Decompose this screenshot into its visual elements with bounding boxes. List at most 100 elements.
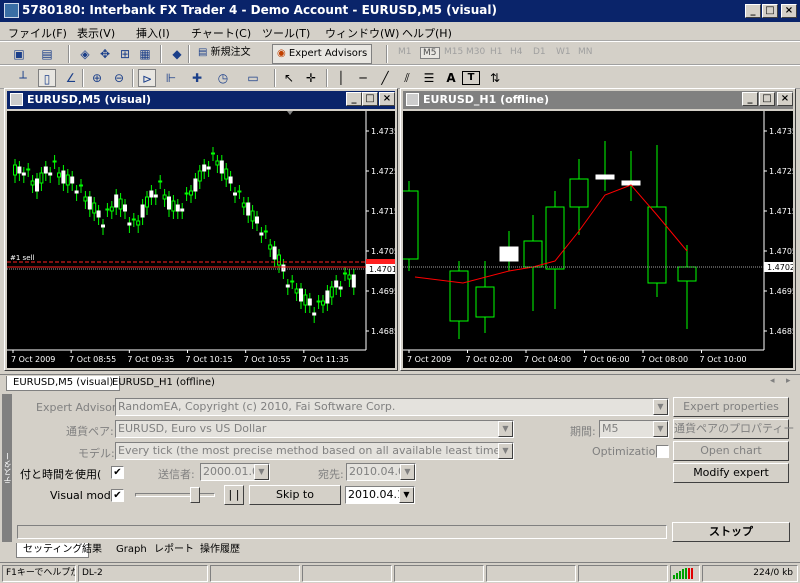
menu-window[interactable]: ウィンドウ(W) <box>325 25 399 41</box>
candle-body <box>233 192 237 196</box>
symbol-properties-button[interactable]: 通貨ペアのプロパティー <box>673 419 794 439</box>
zoom-out-icon[interactable]: ⊖ <box>110 69 128 87</box>
close-button[interactable]: × <box>379 92 395 106</box>
candle-body <box>26 168 31 171</box>
slider-thumb[interactable] <box>190 487 200 503</box>
stop-button[interactable]: ストップ <box>672 522 790 542</box>
timeframe-m5[interactable]: M5 <box>420 47 440 59</box>
timeframe-h1[interactable]: H1 <box>490 47 503 57</box>
current-price-label: 1.4701 <box>369 265 395 274</box>
minimize-button[interactable]: _ <box>346 92 362 106</box>
timeframe-h4[interactable]: H4 <box>510 47 523 57</box>
menu-tools[interactable]: ツール(T) <box>262 25 310 41</box>
modify-expert-button[interactable]: Modify expert <box>673 463 789 483</box>
strategy-tester-icon[interactable]: ▦ <box>136 45 154 63</box>
skip-to-date-field[interactable]: 2010.04.1(▼ <box>345 486 415 504</box>
terminal-icon[interactable]: ⊞ <box>116 45 134 63</box>
menu-file[interactable]: ファイル(F) <box>8 25 67 41</box>
menu-insert[interactable]: 挿入(I) <box>136 25 170 41</box>
line-chart-icon[interactable]: ∠ <box>62 69 80 87</box>
candle-body <box>79 184 83 187</box>
to-date-field[interactable]: 2010.04.0 ▼ <box>346 463 416 481</box>
tab-results[interactable]: 結果 <box>76 543 108 558</box>
timeframe-mn[interactable]: MN <box>578 47 593 57</box>
equidistant-channel-icon[interactable]: ⫽ <box>398 69 416 87</box>
tab-report[interactable]: レポート <box>148 543 200 558</box>
bar-chart-icon[interactable]: ┴ <box>14 69 32 87</box>
chart-shift-icon[interactable]: ⊩ <box>162 69 180 87</box>
timeframe-w1[interactable]: W1 <box>556 47 571 57</box>
expert-advisors-button[interactable]: ◉ Expert Advisors <box>272 44 372 64</box>
model-select[interactable]: Every tick (the most precise method base… <box>115 442 514 460</box>
optimization-label: Optimization <box>592 445 663 458</box>
chart-window-title-bar[interactable]: EURUSD,M5 (visual) _ □ × <box>7 91 395 109</box>
charts-toolbar: ┴ ▯ ∠ ⊕ ⊖ ⊳ ⊩ ✚ ◷ ▭ ↖ ✛ │ ─ ╱ ⫽ ☰ A T ⇅ <box>0 65 800 89</box>
timeframe-d1[interactable]: D1 <box>533 47 546 57</box>
maximize-button[interactable]: □ <box>762 4 778 18</box>
scroll-left-icon[interactable]: ◂ <box>770 376 775 386</box>
use-date-checkbox[interactable]: ✔ <box>111 466 124 479</box>
tab-journal[interactable]: 操作履歴 <box>194 543 246 558</box>
price-label: 1.4735 <box>371 127 395 136</box>
maximize-button[interactable]: □ <box>759 92 775 106</box>
navigator-icon[interactable]: ✥ <box>96 45 114 63</box>
optimization-checkbox[interactable] <box>656 445 669 458</box>
chart-canvas[interactable]: 1.4735 1.4725 1.4715 1.4705 1.4695 1.4685 7 Oc… <box>7 111 399 368</box>
maximize-button[interactable]: □ <box>362 92 378 106</box>
chart-canvas[interactable]: 1.4735 1.4725 1.4715 1.4705 1.4695 1.4685 7 Oc… <box>399 111 797 368</box>
minimize-button[interactable]: _ <box>745 4 761 18</box>
menu-chart[interactable]: チャート(C) <box>191 25 251 41</box>
candlestick-chart[interactable]: 1.4735 1.4725 1.4715 1.4705 1.4695 1.4685 7 Oc… <box>399 111 797 368</box>
menu-help[interactable]: ヘルプ(H) <box>402 25 452 41</box>
visual-speed-slider[interactable] <box>135 487 215 503</box>
text-icon[interactable]: A <box>442 69 460 87</box>
scroll-right-icon[interactable]: ▸ <box>786 376 791 386</box>
timeframe-m1[interactable]: M1 <box>398 47 412 57</box>
auto-scroll-icon[interactable]: ⊳ <box>138 69 156 87</box>
text-label-icon[interactable]: T <box>462 71 480 85</box>
expert-advisor-select[interactable]: RandomEA, Copyright (c) 2010, Fai Softwa… <box>115 398 669 416</box>
horizontal-line-icon[interactable]: ─ <box>354 69 372 87</box>
window-title-bar[interactable]: 5780180: Interbank FX Trader 4 - Demo Ac… <box>0 0 800 22</box>
candle-body <box>303 294 308 306</box>
profiles-icon[interactable]: ▤ <box>38 45 56 63</box>
close-button[interactable]: × <box>781 4 797 18</box>
market-watch-icon[interactable]: ◈ <box>76 45 94 63</box>
menu-view[interactable]: 表示(V) <box>77 25 115 41</box>
zoom-in-icon[interactable]: ⊕ <box>88 69 106 87</box>
crosshair-icon[interactable]: ✛ <box>302 69 320 87</box>
templates-icon[interactable]: ▭ <box>244 69 262 87</box>
arrows-icon[interactable]: ⇅ <box>486 69 504 87</box>
pause-button[interactable]: | | <box>224 485 244 505</box>
new-chart-icon[interactable]: ▣ <box>10 45 28 63</box>
cursor-icon[interactable]: ↖ <box>280 69 298 87</box>
period-select[interactable]: M5 ▼ <box>599 420 669 438</box>
visual-mode-checkbox[interactable]: ✔ <box>111 489 124 502</box>
tab-graph[interactable]: Graph <box>110 543 153 558</box>
expert-properties-button[interactable]: Expert properties <box>673 397 789 417</box>
open-chart-button[interactable]: Open chart <box>673 441 789 461</box>
periods-icon[interactable]: ◷ <box>214 69 232 87</box>
skip-to-button[interactable]: Skip to <box>249 485 341 505</box>
chart-tab-eurusd-m5[interactable]: EURUSD,M5 (visual) <box>6 376 121 391</box>
vertical-line-icon[interactable]: │ <box>332 69 350 87</box>
timeframe-m30[interactable]: M30 <box>466 47 485 57</box>
candlestick-chart[interactable]: 1.4735 1.4725 1.4715 1.4705 1.4695 1.4685 7 Oc… <box>7 111 399 368</box>
close-button[interactable]: × <box>777 92 793 106</box>
indicators-icon[interactable]: ✚ <box>188 69 206 87</box>
from-date-field[interactable]: 2000.01.01 ▼ <box>200 463 270 481</box>
minimize-button[interactable]: _ <box>742 92 758 106</box>
chart-window-title-bar[interactable]: EURUSD_H1 (offline) _ □ × <box>403 91 793 109</box>
fibonacci-icon[interactable]: ☰ <box>420 69 438 87</box>
symbol-select[interactable]: EURUSD, Euro vs US Dollar ▼ <box>115 420 514 438</box>
metaeditor-icon[interactable]: ◆ <box>168 45 186 63</box>
timeframe-m15[interactable]: M15 <box>444 47 463 57</box>
trendline-icon[interactable]: ╱ <box>376 69 394 87</box>
candle-body <box>48 172 53 176</box>
candlestick-icon[interactable]: ▯ <box>38 69 56 87</box>
new-order-button[interactable]: ▤ 新規注文 <box>194 44 255 64</box>
candle-body <box>312 312 317 316</box>
chart-tab-eurusd-h1[interactable]: EURUSD_H1 (offline) <box>106 376 221 391</box>
standard-toolbar: ▣ ▤ ◈ ✥ ⊞ ▦ ◆ ▤ 新規注文 ◉ Expert Advisors M… <box>0 41 800 65</box>
candle-body <box>61 170 66 184</box>
